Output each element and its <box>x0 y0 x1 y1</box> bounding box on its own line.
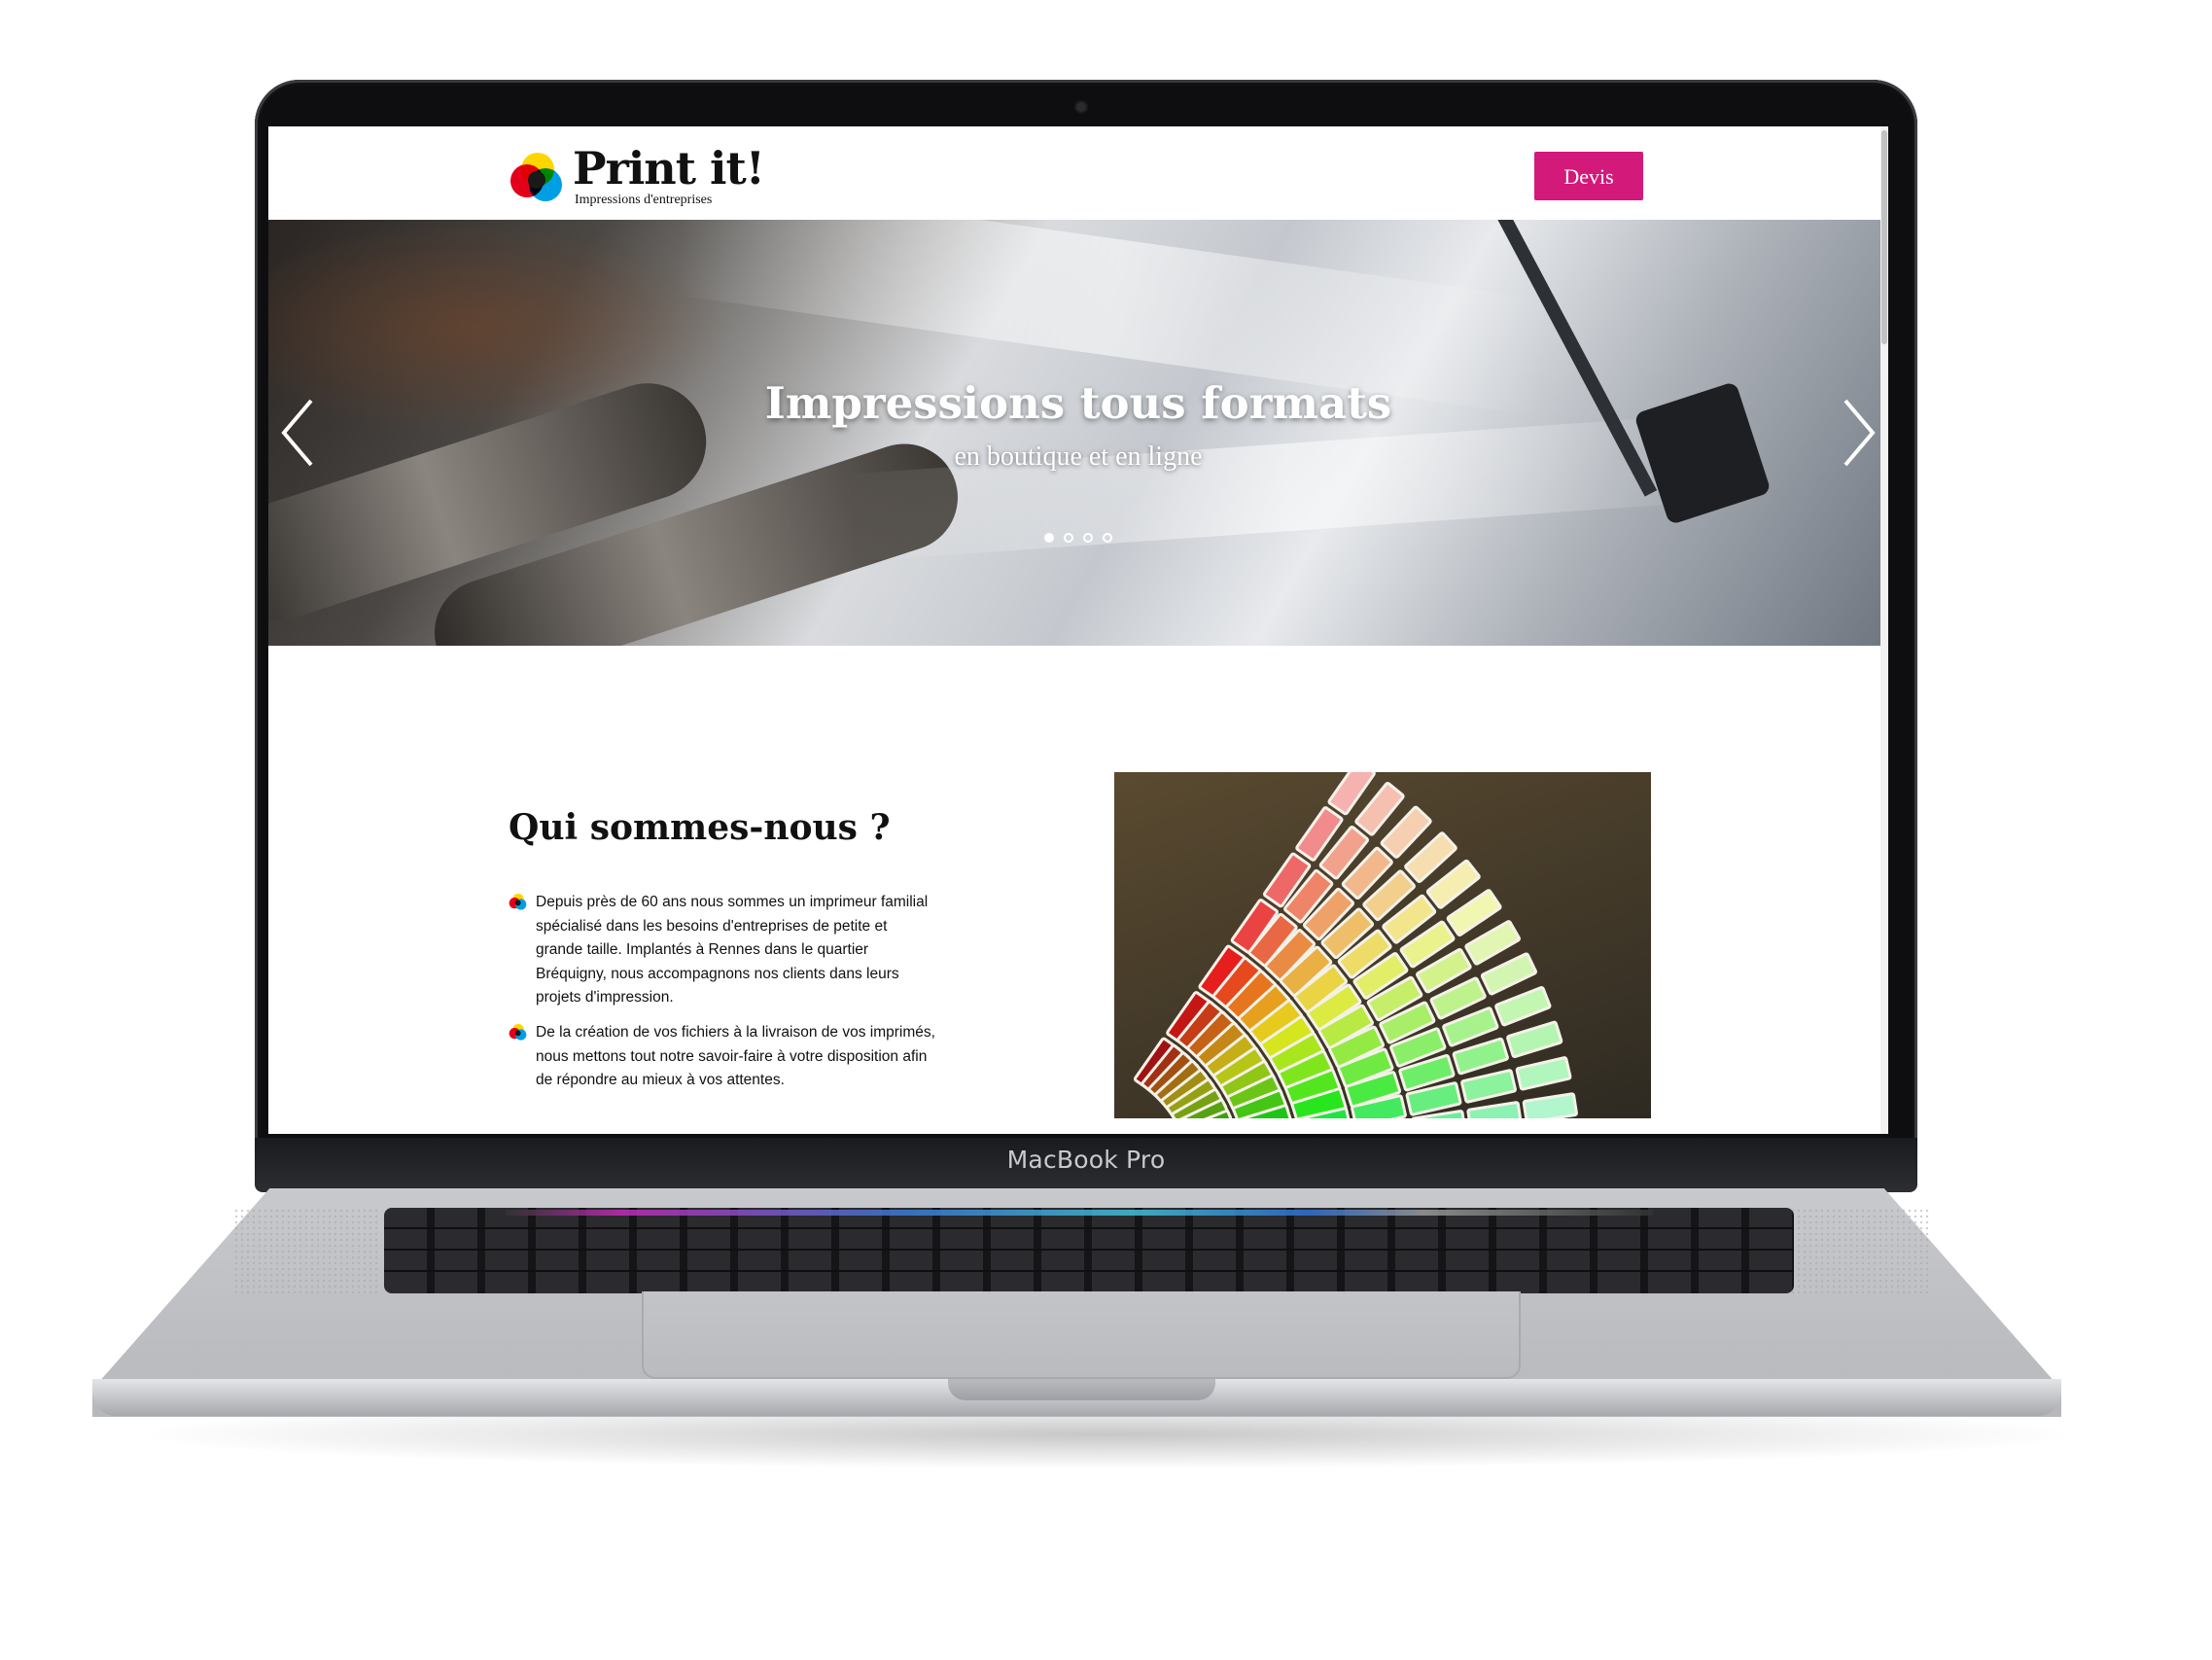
hero-title: Impressions tous formats <box>764 377 1392 429</box>
about-heading: Qui sommes-nous ? <box>509 807 891 848</box>
devis-button[interactable]: Devis <box>1534 152 1643 200</box>
device-label: MacBook Pro <box>1006 1146 1166 1174</box>
touch-bar <box>506 1210 1653 1216</box>
logo-dots-icon <box>509 894 527 910</box>
color-swatch-fan-image <box>1114 772 1651 1118</box>
hero-subtitle: en boutique et en ligne <box>954 441 1203 472</box>
scrollbar-thumb[interactable] <box>1881 130 1887 344</box>
swatch-chip <box>1506 1020 1563 1059</box>
swatch-chip <box>1452 1037 1509 1076</box>
browser-screen: Print it! Impressions d'entreprises Devi… <box>268 126 1888 1134</box>
speaker-grille-left <box>233 1208 379 1293</box>
swatch-chip <box>1460 1069 1517 1104</box>
about-bullet: Depuis près de 60 ans nous sommes un imp… <box>509 891 936 1007</box>
about-bullet-text: De la création de vos fichiers à la livr… <box>536 1024 935 1088</box>
about-bullet: De la création de vos fichiers à la livr… <box>509 1021 936 1099</box>
swatch-chip <box>1480 952 1537 996</box>
swatch-chip <box>1515 1056 1572 1091</box>
speaker-grille-right <box>1784 1208 1930 1293</box>
hero-carousel: Impressions tous formats en boutique et … <box>268 220 1888 646</box>
trackpad <box>642 1291 1521 1379</box>
camera-icon <box>1076 102 1086 112</box>
swatch-chip <box>1466 1101 1523 1118</box>
carousel-dot[interactable] <box>1083 533 1093 543</box>
swatch-chip <box>1494 986 1552 1027</box>
carousel-dot[interactable] <box>1064 533 1073 543</box>
carousel-indicators <box>268 533 1888 543</box>
site-logo[interactable]: Print it! Impressions d'entreprises <box>509 142 800 207</box>
page-scrollbar[interactable] <box>1880 126 1888 1134</box>
keyboard <box>384 1208 1794 1293</box>
logo-subtitle: Impressions d'entreprises <box>575 193 713 207</box>
swatch-chip <box>1522 1092 1578 1118</box>
about-bullet-text: Depuis près de 60 ans nous sommes un imp… <box>536 894 929 1006</box>
logo-dots-icon <box>510 153 562 201</box>
carousel-dot[interactable] <box>1103 533 1112 543</box>
logo-dots-icon <box>509 1024 527 1041</box>
lid-notch <box>948 1379 1215 1400</box>
logo-title: Print it! <box>573 142 765 194</box>
laptop-chin: MacBook Pro <box>255 1138 1917 1192</box>
site-header: Print it! Impressions d'entreprises Devi… <box>268 126 1888 220</box>
swatch-fan-graphic <box>1133 772 1578 1118</box>
carousel-dot[interactable] <box>1044 533 1054 543</box>
